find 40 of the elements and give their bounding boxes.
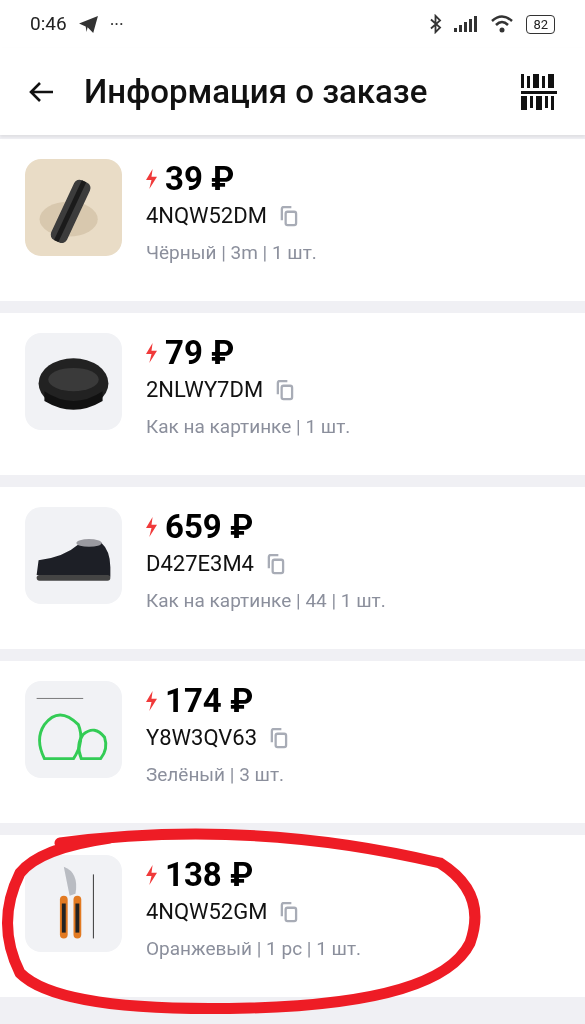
barcode-icon[interactable] [521, 73, 557, 110]
wifi-icon [490, 15, 515, 33]
lightning-icon [146, 517, 157, 537]
order-item-card[interactable]: 174 ₽ Y8W3QV63 Зелёный | 3 шт. [0, 661, 585, 823]
item-details: Как на картинке | 44 | 1 шт. [146, 588, 386, 614]
lightning-icon [146, 691, 157, 711]
battery-indicator: 82 [526, 14, 555, 34]
item-price: 659 ₽ [165, 507, 254, 547]
order-item-card[interactable]: 79 ₽ 2NLWY7DM Как на картинке | 1 шт. [0, 313, 585, 475]
item-details: Зелёный | 3 шт. [146, 762, 286, 788]
paper-plane-icon [78, 15, 98, 33]
copy-icon[interactable] [275, 379, 295, 401]
item-details: Чёрный | 3m | 1 шт. [146, 240, 317, 266]
back-arrow-icon[interactable] [28, 80, 54, 103]
item-price: 39 ₽ [165, 159, 235, 199]
copy-icon[interactable] [278, 205, 298, 227]
more-indicator: ··· [109, 12, 124, 37]
lightning-icon [146, 865, 157, 885]
item-price: 174 ₽ [165, 681, 254, 721]
lightning-icon [146, 169, 157, 189]
item-code: Y8W3QV63 [146, 724, 258, 752]
item-code: 4NQW52GM [146, 898, 268, 926]
order-item-card[interactable]: 138 ₽ 4NQW52GM Оранжевый | 1 pc | 1 шт. [0, 835, 585, 997]
bluetooth-icon [429, 14, 443, 34]
item-code: D427E3M4 [146, 550, 254, 578]
copy-icon[interactable] [269, 727, 289, 749]
item-price: 138 ₽ [165, 855, 254, 895]
item-code: 4NQW52DM [146, 202, 267, 230]
lightning-icon [146, 343, 157, 363]
page-title: Информация о заказе [84, 70, 429, 113]
copy-icon[interactable] [279, 901, 299, 923]
item-code: 2NLWY7DM [146, 376, 264, 404]
order-item-card[interactable]: 659 ₽ D427E3M4 Как на картинке | 44 | 1 шт. [0, 487, 585, 649]
item-price: 79 ₽ [165, 333, 235, 373]
order-item-card[interactable]: 39 ₽ 4NQW52DM Чёрный | 3m | 1 шт. [0, 139, 585, 301]
signal-icon [454, 16, 479, 32]
item-details: Оранжевый | 1 pc | 1 шт. [146, 936, 362, 962]
status-time: 0:46 [30, 10, 67, 37]
copy-icon[interactable] [266, 553, 285, 575]
item-details: Как на картинке | 1 шт. [146, 414, 351, 440]
